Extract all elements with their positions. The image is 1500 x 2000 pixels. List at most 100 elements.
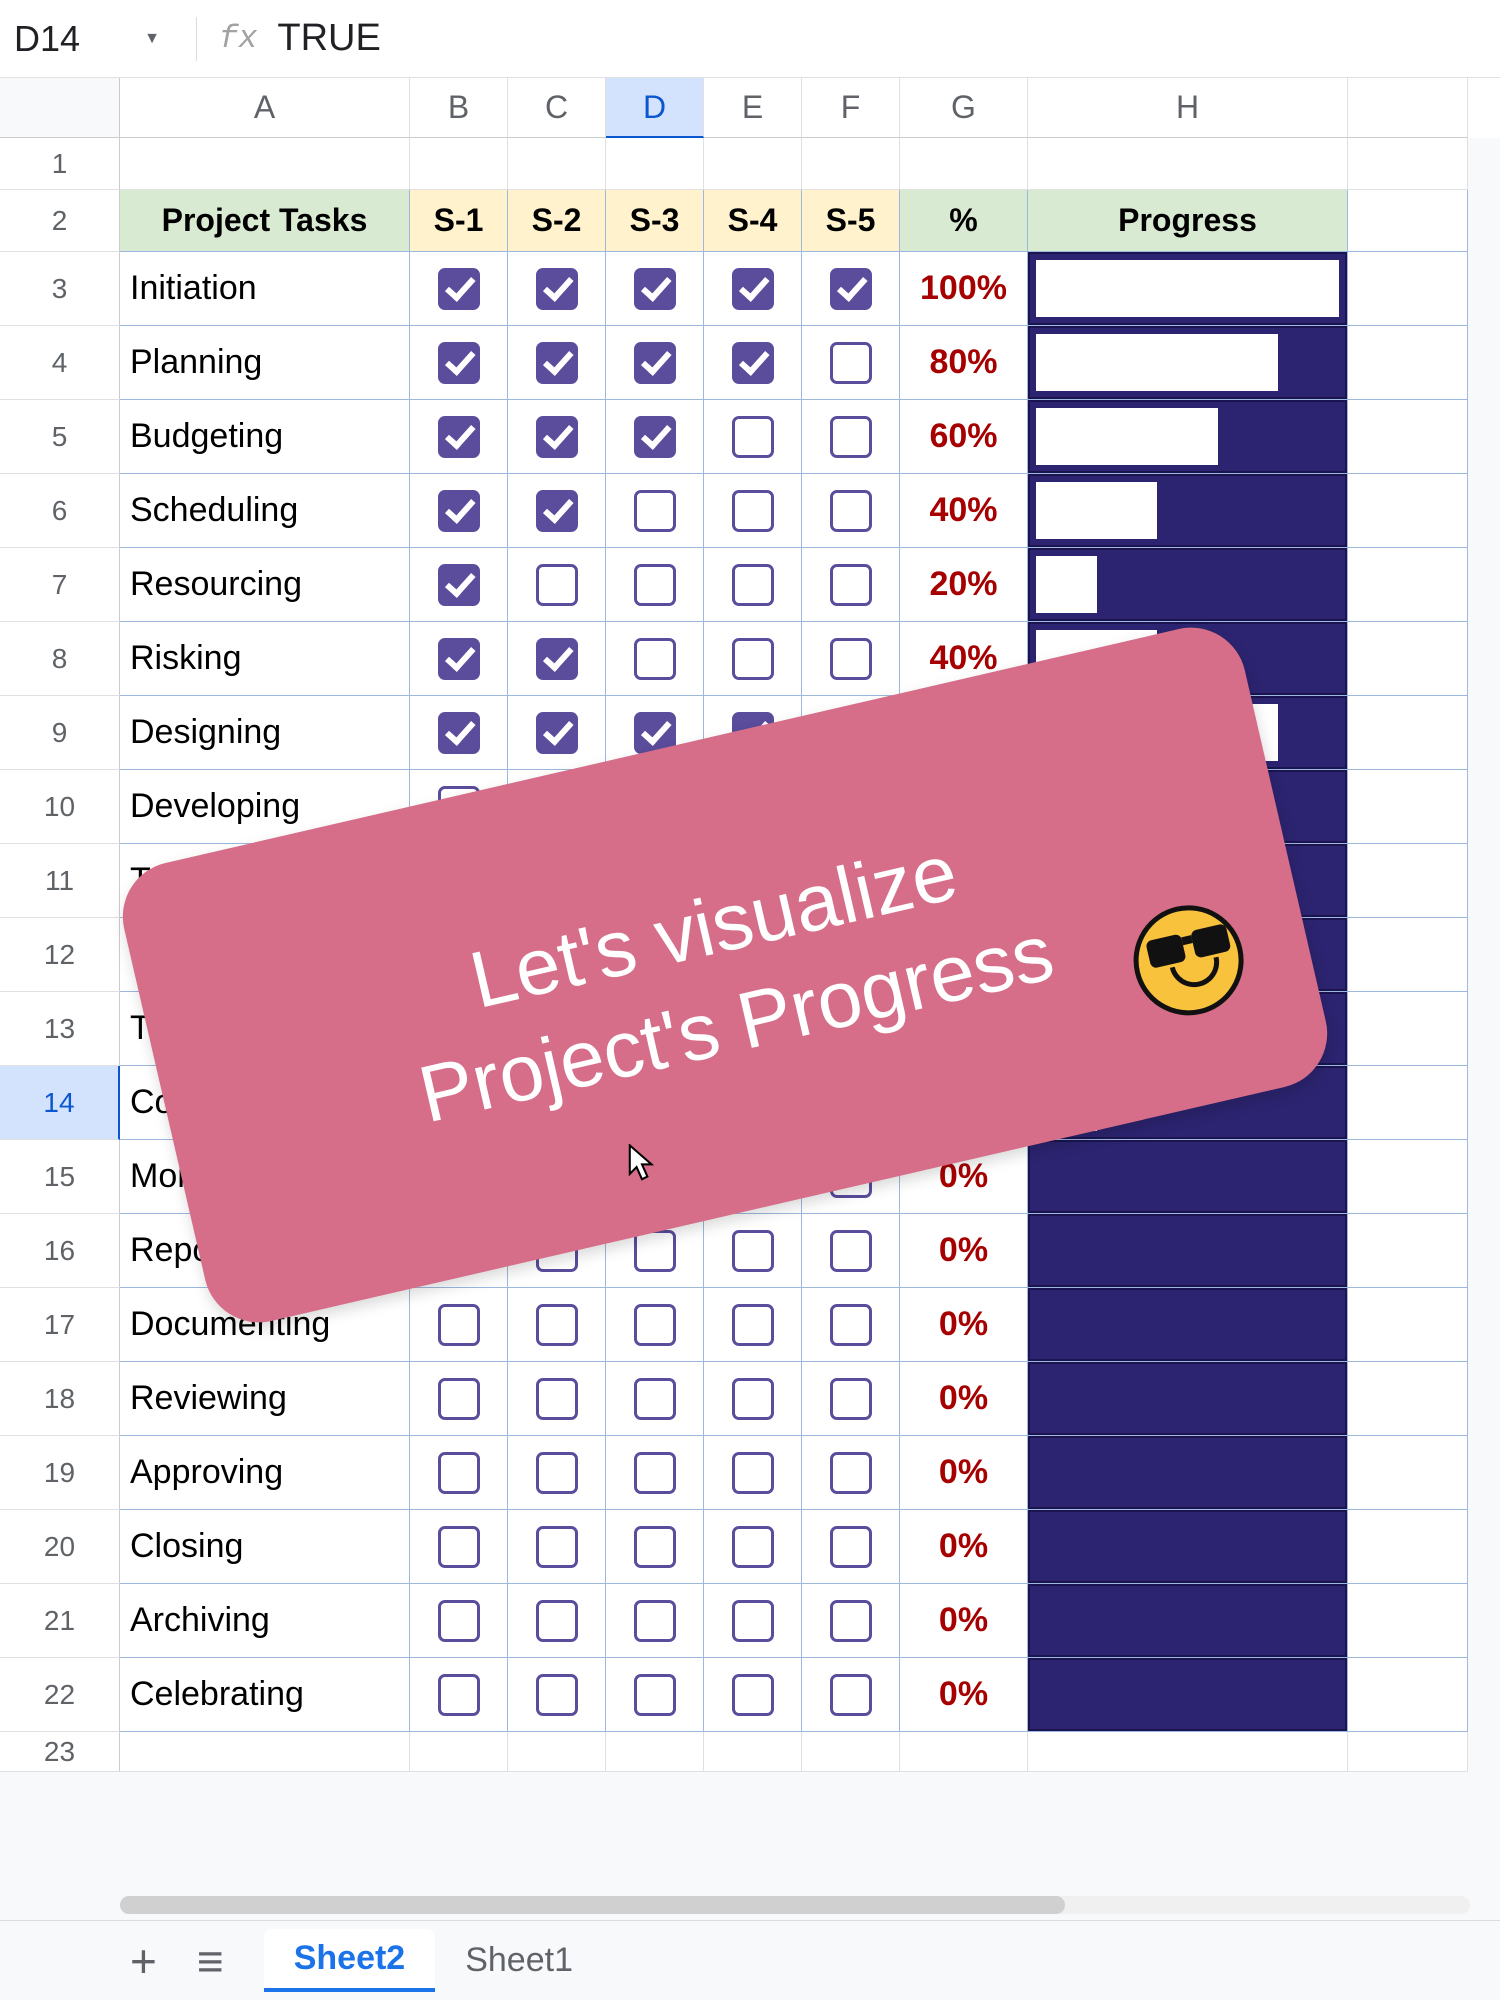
progress-cell[interactable] [1028, 1658, 1348, 1732]
row-header-1[interactable]: 1 [0, 138, 120, 190]
checkbox-cell[interactable] [606, 1658, 704, 1732]
checkbox-icon[interactable] [438, 268, 480, 310]
checkbox-cell[interactable] [704, 1510, 802, 1584]
checkbox-cell[interactable] [410, 326, 508, 400]
cell-C23[interactable] [508, 1732, 606, 1772]
checkbox-icon[interactable] [830, 1378, 872, 1420]
checkbox-icon[interactable] [634, 638, 676, 680]
cell-E1[interactable] [704, 138, 802, 190]
task-name-cell[interactable]: Risking [120, 622, 410, 696]
cell-blank[interactable] [1348, 548, 1468, 622]
percent-cell[interactable]: 0% [900, 1584, 1028, 1658]
sheet-tab-other[interactable]: Sheet1 [435, 1931, 603, 1990]
checkbox-icon[interactable] [830, 1600, 872, 1642]
checkbox-icon[interactable] [536, 1304, 578, 1346]
row-header-10[interactable]: 10 [0, 770, 120, 844]
row-header-3[interactable]: 3 [0, 252, 120, 326]
row-header-23[interactable]: 23 [0, 1732, 120, 1772]
checkbox-cell[interactable] [606, 1510, 704, 1584]
checkbox-icon[interactable] [634, 1526, 676, 1568]
col-header-B[interactable]: B [410, 78, 508, 138]
checkbox-cell[interactable] [508, 400, 606, 474]
checkbox-icon[interactable] [732, 1230, 774, 1272]
checkbox-cell[interactable] [802, 326, 900, 400]
sheet-tab-active[interactable]: Sheet2 [264, 1929, 436, 1992]
checkbox-icon[interactable] [536, 712, 578, 754]
name-box[interactable]: D14 ▼ [14, 18, 174, 60]
checkbox-cell[interactable] [410, 1288, 508, 1362]
checkbox-icon[interactable] [634, 342, 676, 384]
checkbox-icon[interactable] [830, 342, 872, 384]
checkbox-icon[interactable] [732, 1526, 774, 1568]
checkbox-cell[interactable] [704, 548, 802, 622]
cell-blank[interactable] [1348, 844, 1468, 918]
cell-blank[interactable] [1348, 1066, 1468, 1140]
checkbox-icon[interactable] [732, 268, 774, 310]
checkbox-icon[interactable] [732, 490, 774, 532]
checkbox-cell[interactable] [508, 1362, 606, 1436]
cell-D23[interactable] [606, 1732, 704, 1772]
checkbox-cell[interactable] [704, 1362, 802, 1436]
header-percent[interactable]: % [900, 190, 1028, 252]
percent-cell[interactable]: 0% [900, 1658, 1028, 1732]
checkbox-cell[interactable] [508, 696, 606, 770]
checkbox-icon[interactable] [438, 638, 480, 680]
checkbox-cell[interactable] [508, 1436, 606, 1510]
percent-cell[interactable]: 0% [900, 1214, 1028, 1288]
cell-blank[interactable] [1348, 326, 1468, 400]
checkbox-cell[interactable] [410, 696, 508, 770]
cell-H1[interactable] [1028, 138, 1348, 190]
col-header-F[interactable]: F [802, 78, 900, 138]
percent-cell[interactable]: 0% [900, 1288, 1028, 1362]
progress-cell[interactable] [1028, 1214, 1348, 1288]
cell-blank[interactable] [1348, 770, 1468, 844]
checkbox-icon[interactable] [634, 1304, 676, 1346]
cell-blank-2[interactable] [1348, 190, 1468, 252]
row-header-9[interactable]: 9 [0, 696, 120, 770]
percent-cell[interactable]: 40% [900, 474, 1028, 548]
task-name-cell[interactable]: Scheduling [120, 474, 410, 548]
task-name-cell[interactable]: Approving [120, 1436, 410, 1510]
cell-blank[interactable] [1348, 1584, 1468, 1658]
header-project-tasks[interactable]: Project Tasks [120, 190, 410, 252]
progress-cell[interactable] [1028, 252, 1348, 326]
checkbox-icon[interactable] [830, 416, 872, 458]
progress-cell[interactable] [1028, 474, 1348, 548]
checkbox-cell[interactable] [606, 1288, 704, 1362]
progress-cell[interactable] [1028, 400, 1348, 474]
checkbox-cell[interactable] [704, 1288, 802, 1362]
task-name-cell[interactable]: Reviewing [120, 1362, 410, 1436]
scrollbar-thumb[interactable] [120, 1896, 1065, 1914]
checkbox-icon[interactable] [634, 1378, 676, 1420]
checkbox-cell[interactable] [704, 252, 802, 326]
checkbox-cell[interactable] [410, 1436, 508, 1510]
cell-G23[interactable] [900, 1732, 1028, 1772]
checkbox-icon[interactable] [634, 1452, 676, 1494]
cell-blank-23[interactable] [1348, 1732, 1468, 1772]
formula-input[interactable]: TRUE [277, 17, 380, 60]
cell-F1[interactable] [802, 138, 900, 190]
progress-cell[interactable] [1028, 1584, 1348, 1658]
col-header-A[interactable]: A [120, 78, 410, 138]
row-header-12[interactable]: 12 [0, 918, 120, 992]
checkbox-icon[interactable] [438, 712, 480, 754]
checkbox-icon[interactable] [732, 1600, 774, 1642]
checkbox-cell[interactable] [606, 1584, 704, 1658]
col-header-E[interactable]: E [704, 78, 802, 138]
row-header-18[interactable]: 18 [0, 1362, 120, 1436]
cell-A23[interactable] [120, 1732, 410, 1772]
checkbox-cell[interactable] [410, 1584, 508, 1658]
row-header-6[interactable]: 6 [0, 474, 120, 548]
checkbox-icon[interactable] [438, 1452, 480, 1494]
task-name-cell[interactable]: Initiation [120, 252, 410, 326]
percent-cell[interactable]: 0% [900, 1510, 1028, 1584]
col-header-C[interactable]: C [508, 78, 606, 138]
checkbox-cell[interactable] [802, 1510, 900, 1584]
cell-D1[interactable] [606, 138, 704, 190]
checkbox-cell[interactable] [802, 1436, 900, 1510]
checkbox-cell[interactable] [704, 1658, 802, 1732]
cell-C1[interactable] [508, 138, 606, 190]
checkbox-cell[interactable] [606, 400, 704, 474]
checkbox-icon[interactable] [634, 490, 676, 532]
cell-blank[interactable] [1348, 252, 1468, 326]
